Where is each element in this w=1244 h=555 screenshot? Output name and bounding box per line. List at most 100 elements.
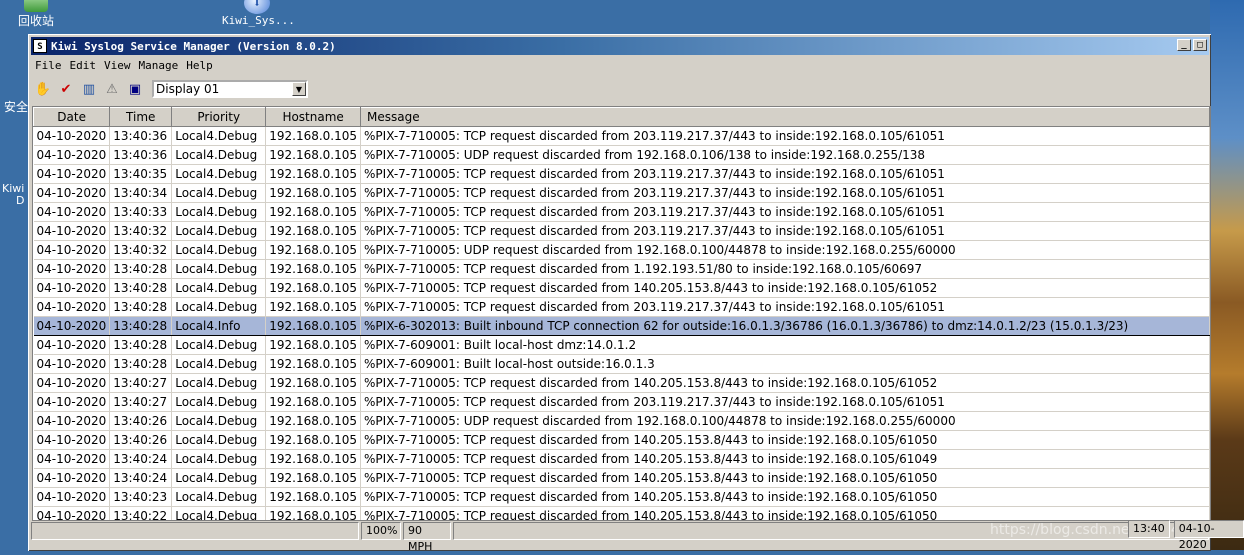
display-select[interactable]: Display 01 ▼ — [152, 80, 308, 98]
cell-message: %PIX-7-710005: UDP request discarded fro… — [360, 411, 1210, 431]
background-window-image — [1210, 0, 1244, 550]
cell-hostname: 192.168.0.105 — [265, 278, 362, 298]
column-header-message[interactable]: Message — [360, 107, 1210, 127]
table-row[interactable]: 04-10-2020 13:40:27 Local4.Debug 192.168.0.… — [33, 392, 1210, 412]
cell-priority: Local4.Debug — [171, 506, 267, 520]
cell-hostname: 192.168.0.105 — [265, 259, 362, 279]
table-row[interactable]: 04-10-2020 13:40:24 Local4.Debug 192.168.0.… — [33, 468, 1210, 488]
minimize-button[interactable]: _ — [1177, 39, 1191, 51]
table-row[interactable]: 04-10-2020 13:40:28 Local4.Debug 192.168.0.… — [33, 354, 1210, 374]
cell-priority: Local4.Debug — [171, 202, 267, 222]
title-bar[interactable]: S Kiwi Syslog Service Manager (Version 8… — [31, 37, 1209, 55]
cell-time: 13:40:24 — [109, 468, 173, 488]
cell-date: 04-10-2020 — [33, 278, 111, 298]
toolbar: ✋ ✔ ▥ ⚠ ▣ Display 01 ▼ — [33, 77, 308, 101]
syslog-message-grid[interactable]: Date Time Priority Hostname Message 04-1… — [32, 106, 1211, 521]
kiwi-syslog-window: S Kiwi Syslog Service Manager (Version 8… — [28, 34, 1211, 553]
cell-date: 04-10-2020 — [33, 373, 111, 393]
cell-message: %PIX-6-302013: Built inbound TCP connect… — [360, 316, 1210, 336]
hand-icon[interactable]: ✋ — [33, 79, 53, 99]
cell-hostname: 192.168.0.105 — [265, 335, 362, 355]
cell-date: 04-10-2020 — [33, 202, 111, 222]
cell-message: %PIX-7-710005: UDP request discarded fro… — [360, 145, 1210, 165]
maximize-button[interactable]: □ — [1193, 39, 1207, 51]
menu-file[interactable]: File — [33, 57, 68, 75]
cell-time: 13:40:28 — [109, 278, 173, 298]
table-row[interactable]: 04-10-2020 13:40:28 Local4.Debug 192.168.0.… — [33, 278, 1210, 298]
table-row[interactable]: 04-10-2020 13:40:28 Local4.Debug 192.168.0.… — [33, 297, 1210, 317]
column-header-date[interactable]: Date — [33, 107, 111, 127]
cell-time: 13:40:28 — [109, 354, 173, 374]
table-row[interactable]: 04-10-2020 13:40:28 Local4.Info 192.168.0.1… — [33, 316, 1210, 336]
table-row[interactable]: 04-10-2020 13:40:32 Local4.Debug 192.168.0.… — [33, 221, 1210, 241]
table-row[interactable]: 04-10-2020 13:40:36 Local4.Debug 192.168.0.… — [33, 145, 1210, 165]
recycle-bin-label: 回收站 — [17, 14, 54, 28]
cell-message: %PIX-7-710005: TCP request discarded fro… — [360, 164, 1210, 184]
cell-date: 04-10-2020 — [33, 297, 111, 317]
cell-date: 04-10-2020 — [33, 240, 111, 260]
status-percent: 100% — [361, 522, 401, 540]
cell-time: 13:40:24 — [109, 449, 173, 469]
table-row[interactable]: 04-10-2020 13:40:28 Local4.Debug 192.168.0.… — [33, 335, 1210, 355]
table-row[interactable]: 04-10-2020 13:40:23 Local4.Debug 192.168.0.… — [33, 487, 1210, 507]
menu-help[interactable]: Help — [184, 57, 219, 75]
cell-hostname: 192.168.0.105 — [265, 164, 362, 184]
display-select-value: Display 01 — [156, 82, 220, 96]
cell-time: 13:40:35 — [109, 164, 173, 184]
desktop-label-fragment: 安全 — [4, 100, 29, 114]
table-row[interactable]: 04-10-2020 13:40:35 Local4.Debug 192.168.0.… — [33, 164, 1210, 184]
cell-message: %PIX-7-710005: TCP request discarded fro… — [360, 259, 1210, 279]
cell-message: %PIX-7-710005: TCP request discarded fro… — [360, 221, 1210, 241]
cell-message: %PIX-7-710005: TCP request discarded fro… — [360, 506, 1210, 520]
app-icon: S — [33, 39, 47, 53]
cell-time: 13:40:34 — [109, 183, 173, 203]
cell-time: 13:40:33 — [109, 202, 173, 222]
cell-message: %PIX-7-710005: TCP request discarded fro… — [360, 202, 1210, 222]
cell-priority: Local4.Debug — [171, 278, 267, 298]
cell-priority: Local4.Debug — [171, 373, 267, 393]
cell-date: 04-10-2020 — [33, 183, 111, 203]
cell-date: 04-10-2020 — [33, 430, 111, 450]
tray-date: 04-10-2020 — [1173, 520, 1244, 551]
table-row[interactable]: 04-10-2020 13:40:26 Local4.Debug 192.168.0.… — [33, 411, 1210, 431]
warning-icon[interactable]: ⚠ — [102, 79, 122, 99]
cell-message: %PIX-7-710005: TCP request discarded fro… — [360, 392, 1210, 412]
cell-priority: Local4.Debug — [171, 335, 267, 355]
table-row[interactable]: 04-10-2020 13:40:24 Local4.Debug 192.168.0.… — [33, 449, 1210, 469]
cell-message: %PIX-7-710005: UDP request discarded fro… — [360, 240, 1210, 260]
cell-time: 13:40:26 — [109, 430, 173, 450]
table-row[interactable]: 04-10-2020 13:40:26 Local4.Debug 192.168.0.… — [33, 430, 1210, 450]
chevron-down-icon[interactable]: ▼ — [292, 82, 306, 96]
column-header-time[interactable]: Time — [109, 107, 173, 127]
menu-edit[interactable]: Edit — [68, 57, 103, 75]
cell-priority: Local4.Debug — [171, 430, 267, 450]
cell-date: 04-10-2020 — [33, 487, 111, 507]
status-rate: 90 MPH — [403, 522, 451, 553]
table-row[interactable]: 04-10-2020 13:40:22 Local4.Debug 192.168.0.… — [33, 506, 1210, 520]
cell-date: 04-10-2020 — [33, 506, 111, 520]
table-row[interactable]: 04-10-2020 13:40:27 Local4.Debug 192.168.0.… — [33, 373, 1210, 393]
cell-priority: Local4.Debug — [171, 145, 267, 165]
cell-priority: Local4.Info — [171, 316, 267, 336]
table-row[interactable]: 04-10-2020 13:40:32 Local4.Debug 192.168.0.… — [33, 240, 1210, 260]
cell-message: %PIX-7-710005: TCP request discarded fro… — [360, 297, 1210, 317]
menu-manage[interactable]: Manage — [137, 57, 185, 75]
menu-view[interactable]: View — [102, 57, 137, 75]
column-header-hostname[interactable]: Hostname — [265, 107, 362, 127]
table-row[interactable]: 04-10-2020 13:40:34 Local4.Debug 192.168.0.… — [33, 183, 1210, 203]
display-properties-icon[interactable]: ▣ — [125, 79, 145, 99]
tray-time: 13:40 — [1128, 520, 1170, 538]
table-row[interactable]: 04-10-2020 13:40:33 Local4.Debug 192.168.0.… — [33, 202, 1210, 222]
statistics-icon[interactable]: ▥ — [79, 79, 99, 99]
checklist-icon[interactable]: ✔ — [56, 79, 76, 99]
cell-time: 13:40:32 — [109, 240, 173, 260]
table-row[interactable]: 04-10-2020 13:40:28 Local4.Debug 192.168.0.… — [33, 259, 1210, 279]
recycle-bin-desktop-icon[interactable]: 回收站 — [14, 0, 58, 29]
table-row[interactable]: 04-10-2020 13:40:36 Local4.Debug 192.168.0.… — [33, 126, 1210, 146]
kiwi-syslog-desktop-icon[interactable]: ⬇ Kiwi_Sys... — [222, 0, 295, 27]
window-title: Kiwi Syslog Service Manager (Version 8.0… — [51, 39, 336, 53]
column-header-priority[interactable]: Priority — [171, 107, 267, 127]
cell-hostname: 192.168.0.105 — [265, 487, 362, 507]
cell-message: %PIX-7-710005: TCP request discarded fro… — [360, 126, 1210, 146]
cell-message: %PIX-7-710005: TCP request discarded fro… — [360, 278, 1210, 298]
